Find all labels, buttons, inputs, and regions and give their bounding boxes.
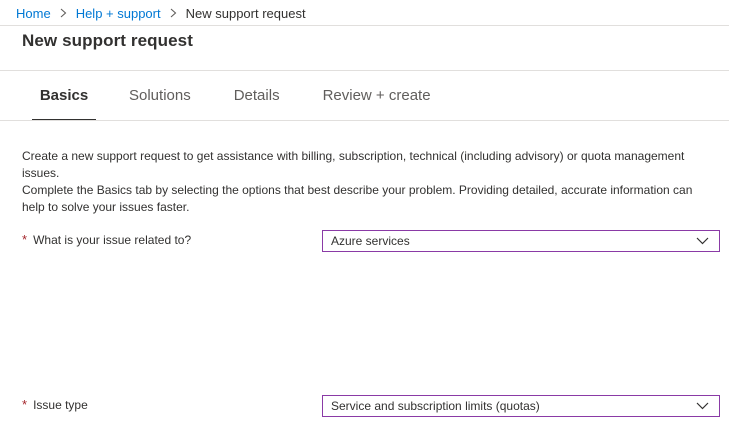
tab-details[interactable]: Details	[234, 71, 280, 121]
description: Create a new support request to get assi…	[22, 148, 702, 216]
issue-related-label-text: What is your issue related to?	[33, 232, 192, 247]
breadcrumb-home-link[interactable]: Home	[16, 6, 51, 21]
issue-type-dropdown[interactable]: Service and subscription limits (quotas)	[322, 395, 720, 417]
issue-related-dropdown[interactable]: Azure services	[322, 230, 720, 252]
issue-type-label-text: Issue type	[33, 397, 88, 412]
description-line: Create a new support request to get assi…	[22, 149, 685, 180]
tab-review-create[interactable]: Review + create	[323, 71, 431, 121]
chevron-right-icon	[60, 8, 67, 18]
tab-basics[interactable]: Basics	[32, 71, 96, 121]
page-title: New support request	[22, 31, 193, 50]
chevron-right-icon	[170, 8, 177, 18]
tab-bar: Basics Solutions Details Review + create	[32, 71, 431, 121]
chevron-down-icon	[696, 402, 709, 410]
chevron-down-icon	[696, 237, 709, 245]
tab-solutions[interactable]: Solutions	[129, 71, 191, 121]
required-marker: *	[22, 397, 28, 412]
divider	[0, 25, 729, 26]
breadcrumb-help-support-link[interactable]: Help + support	[76, 6, 161, 21]
divider	[0, 120, 729, 121]
issue-related-label: * What is your issue related to?	[22, 232, 191, 247]
issue-type-label: * Issue type	[22, 397, 88, 412]
breadcrumb: Home Help + support New support request	[16, 4, 306, 22]
issue-type-value: Service and subscription limits (quotas)	[331, 399, 540, 413]
required-marker: *	[22, 232, 28, 247]
issue-related-value: Azure services	[331, 234, 410, 248]
support-request-page: Home Help + support New support request …	[0, 0, 729, 429]
breadcrumb-current: New support request	[185, 5, 306, 21]
description-line: Complete the Basics tab by selecting the…	[22, 183, 693, 214]
